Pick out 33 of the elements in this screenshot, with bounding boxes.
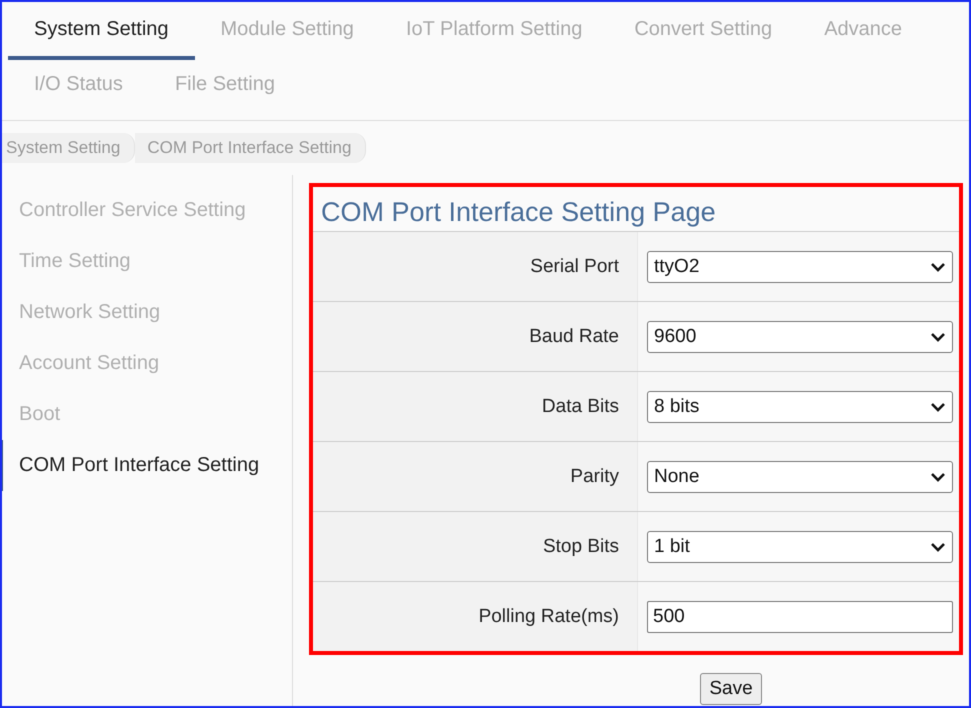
nav-tab[interactable]: I/O Status [8, 60, 149, 112]
nav-tab[interactable]: Convert Setting [608, 2, 798, 60]
nav-tab[interactable]: IoT Platform Setting [380, 2, 608, 60]
dropdown[interactable]: 9600 [647, 320, 953, 352]
chevron-down-icon [930, 542, 946, 552]
breadcrumb-item[interactable]: COM Port Interface Setting [135, 133, 366, 163]
field-label: Polling Rate(ms) [313, 582, 638, 651]
nav-tab[interactable]: System Setting [8, 2, 195, 60]
nav-tab[interactable]: File Setting [148, 60, 301, 112]
sidebar-item[interactable]: Controller Service Setting [2, 185, 292, 236]
chevron-down-icon [930, 472, 946, 482]
sidebar-item[interactable]: Boot [2, 389, 292, 440]
dropdown[interactable]: 1 bit [647, 530, 953, 562]
input-field[interactable]: 500 [647, 600, 953, 632]
field-label: Serial Port [313, 232, 638, 301]
nav-tab[interactable]: Advance [798, 2, 928, 60]
breadcrumb-item[interactable]: System Setting [2, 133, 136, 163]
field-label: Stop Bits [313, 512, 638, 581]
chevron-down-icon [930, 332, 946, 342]
save-button[interactable]: Save [700, 673, 762, 705]
nav-tab[interactable]: Module Setting [194, 2, 380, 60]
sidebar-item[interactable]: Time Setting [2, 236, 292, 287]
dropdown[interactable]: None [647, 460, 953, 492]
dropdown[interactable]: ttyO2 [647, 250, 953, 282]
dropdown[interactable]: 8 bits [647, 390, 953, 422]
field-label: Data Bits [313, 372, 638, 441]
sidebar-item[interactable]: Network Setting [2, 287, 292, 338]
sidebar-item[interactable]: Account Setting [2, 338, 292, 389]
chevron-down-icon [930, 262, 946, 272]
field-label: Parity [313, 442, 638, 511]
chevron-down-icon [930, 402, 946, 412]
field-label: Baud Rate [313, 302, 638, 371]
sidebar-item[interactable]: COM Port Interface Setting [2, 440, 292, 491]
